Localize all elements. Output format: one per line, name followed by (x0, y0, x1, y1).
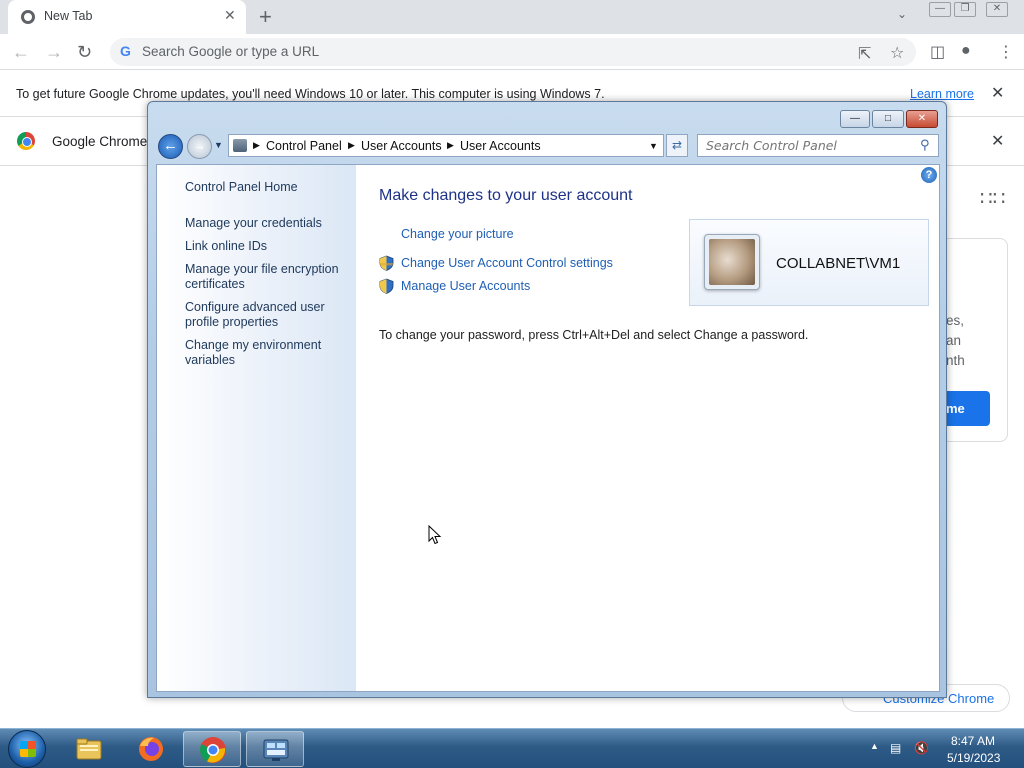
infobar-message: To get future Google Chrome updates, you… (16, 87, 605, 101)
tab-title: New Tab (44, 9, 93, 23)
address-bar[interactable]: ▶ Control Panel ▶ User Accounts ▶ User A… (228, 134, 664, 157)
refresh-icon[interactable]: ⇄ (666, 134, 688, 157)
share-icon[interactable]: ⇱ (858, 44, 871, 64)
tab-new-tab[interactable]: New Tab ✕ (8, 0, 246, 34)
start-button[interactable] (8, 730, 46, 768)
breadcrumb-control-panel[interactable]: Control Panel (266, 139, 342, 153)
change-picture-link[interactable]: Change your picture (401, 227, 514, 241)
window-minimize-button[interactable]: — (840, 110, 870, 128)
user-account-card: COLLABNET\VM1 (689, 219, 929, 306)
back-arrow-icon[interactable]: ← (12, 42, 30, 63)
tab-search-chevron-icon[interactable]: ⌄ (897, 7, 907, 21)
infobar-close-icon[interactable]: ✕ (991, 83, 1004, 103)
manage-user-accounts-link[interactable]: Manage User Accounts (401, 279, 530, 293)
new-tab-button[interactable]: + (259, 4, 272, 30)
recent-pages-dropdown-icon[interactable]: ▼ (214, 140, 223, 150)
taskbar-control-panel[interactable] (246, 731, 304, 767)
task-pane: Control Panel Home Manage your credentia… (157, 165, 356, 691)
uac-shield-icon (379, 255, 394, 271)
show-hidden-icons-icon[interactable]: ▲ (870, 741, 879, 751)
chrome-restore-button[interactable]: ❐ (954, 2, 976, 17)
chrome-tabstrip: New Tab ✕ + ⌄ — ❐ ✕ (0, 0, 1024, 34)
cat-picture-icon (709, 239, 755, 285)
control-panel-content: Control Panel Home Manage your credentia… (156, 164, 940, 692)
control-panel-app-icon (263, 739, 289, 761)
google-apps-icon[interactable]: ∷∷ (980, 186, 1005, 211)
advanced-profile-link[interactable]: Configure advanced user profile properti… (185, 300, 330, 330)
user-name: COLLABNET\VM1 (776, 255, 901, 272)
chrome-icon (200, 737, 226, 763)
folder-icon (76, 738, 102, 760)
breadcrumb-separator-icon[interactable]: ▶ (447, 140, 454, 151)
ntp-card-text: es, an nth (946, 313, 965, 368)
search-icon[interactable]: ⚲ (920, 137, 930, 153)
page-title: Make changes to your user account (379, 187, 633, 204)
help-icon[interactable]: ? (921, 167, 937, 183)
manage-credentials-link[interactable]: Manage your credentials (185, 216, 322, 231)
search-box[interactable]: ⚲ (697, 134, 939, 157)
learn-more-link[interactable]: Learn more (910, 87, 974, 101)
user-avatar[interactable] (704, 234, 760, 290)
uac-settings-link[interactable]: Change User Account Control settings (401, 256, 613, 270)
network-icon[interactable]: ▤ (890, 741, 901, 755)
omnibox[interactable]: G Search Google or type a URL ⇱ ☆ (110, 38, 916, 66)
control-panel-icon (233, 139, 247, 152)
windows-logo-icon (20, 741, 36, 757)
side-panel-icon[interactable]: ◫ (930, 42, 945, 62)
breadcrumb-user-accounts[interactable]: User Accounts (361, 139, 442, 153)
reload-icon[interactable]: ↻ (77, 42, 92, 63)
control-panel-home-link[interactable]: Control Panel Home (185, 180, 298, 195)
link-online-ids-link[interactable]: Link online IDs (185, 239, 267, 254)
taskbar-chrome[interactable] (183, 731, 241, 767)
password-instructions: To change your password, press Ctrl+Alt+… (379, 328, 809, 342)
ntp-promo-card: es, an nth me (946, 238, 1008, 442)
file-encryption-link[interactable]: Manage your file encryption certificates (185, 262, 345, 292)
back-button-icon[interactable]: ← (158, 134, 183, 159)
chrome-logo-icon (17, 132, 35, 150)
windows-taskbar: ▲ ▤ 🔇 8:47 AM 5/19/2023 (0, 728, 1024, 768)
clock-time[interactable]: 8:47 AM (951, 734, 995, 748)
window-close-button[interactable]: ✕ (906, 110, 938, 128)
omnibox-placeholder: Search Google or type a URL (142, 44, 320, 59)
window-maximize-button[interactable]: □ (872, 110, 904, 128)
breadcrumb-user-accounts-current[interactable]: User Accounts (460, 139, 541, 153)
ntp-card-button[interactable]: me (946, 391, 990, 426)
address-dropdown-icon[interactable]: ▼ (649, 141, 658, 151)
clock-date[interactable]: 5/19/2023 (947, 751, 1000, 765)
chrome-menu-icon[interactable]: ⋮ (998, 42, 1014, 62)
chrome-close-button[interactable]: ✕ (986, 2, 1008, 17)
breadcrumb-separator-icon[interactable]: ▶ (253, 140, 260, 151)
taskbar-explorer[interactable] (60, 731, 118, 767)
chrome-minimize-button[interactable]: — (929, 2, 951, 17)
navigation-row: ← → ▼ ▶ Control Panel ▶ User Accounts ▶ … (156, 132, 940, 160)
default-bar-text: Google Chrome (52, 134, 148, 149)
bookmark-star-icon[interactable]: ☆ (890, 43, 904, 63)
profile-avatar-icon[interactable]: ● (961, 42, 971, 60)
volume-muted-icon[interactable]: 🔇 (914, 741, 929, 755)
google-g-icon: G (120, 43, 131, 59)
firefox-icon (139, 737, 163, 761)
control-panel-window: — □ ✕ ← → ▼ ▶ Control Panel ▶ User Accou… (147, 101, 947, 698)
default-bar-close-icon[interactable]: ✕ (991, 131, 1004, 151)
chrome-toolbar: ← → ↻ G Search Google or type a URL ⇱ ☆ … (0, 34, 1024, 70)
forward-arrow-icon[interactable]: → (45, 42, 63, 63)
chrome-tab-favicon-icon (21, 10, 35, 24)
mouse-cursor-icon (428, 525, 442, 545)
tab-close-icon[interactable]: ✕ (224, 7, 236, 24)
forward-button-icon[interactable]: → (187, 134, 212, 159)
environment-variables-link[interactable]: Change my environment variables (185, 338, 330, 368)
breadcrumb-separator-icon[interactable]: ▶ (348, 140, 355, 151)
search-input[interactable] (698, 135, 913, 156)
taskbar-firefox[interactable] (122, 731, 180, 767)
uac-shield-icon (379, 278, 394, 294)
